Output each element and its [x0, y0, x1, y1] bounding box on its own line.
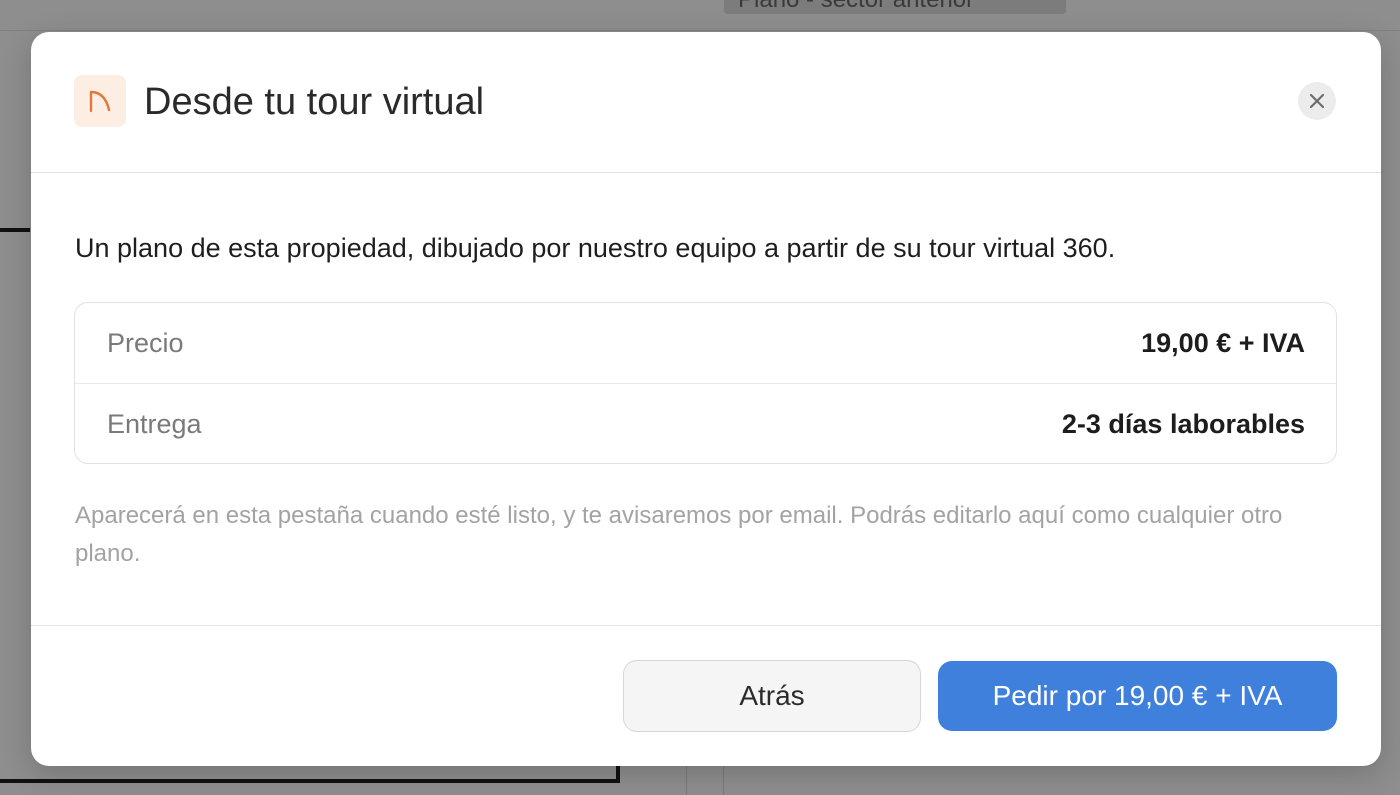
dialog-note: Aparecerá en esta pestaña cuando esté li… — [75, 502, 1283, 567]
dialog-title: Desde tu tour virtual — [144, 81, 485, 123]
backdrop-tab-chip: Plano - sector anterior — [724, 0, 1066, 14]
dialog-description: Un plano de esta propiedad, dibujado por… — [75, 233, 1116, 263]
dialog-header: Desde tu tour virtual — [31, 32, 1381, 173]
detail-value: 2-3 días laborables — [1061, 409, 1305, 439]
backdrop-header-divider — [0, 30, 1400, 31]
dialog-body: Un plano de esta propiedad, dibujado por… — [31, 173, 1381, 625]
close-button[interactable] — [1298, 82, 1336, 120]
detail-label: Entrega — [107, 409, 202, 439]
detail-row-price: Precio 19,00 € + IVA — [75, 303, 1336, 383]
order-plan-dialog: Desde tu tour virtual Un plano de esta p… — [31, 32, 1381, 766]
detail-value: 19,00 € + IVA — [1141, 328, 1305, 358]
backdrop-plan-wall — [616, 766, 620, 783]
backdrop-panel-divider — [723, 766, 724, 795]
backdrop-plan-wall — [0, 228, 30, 232]
floor-plan-arc-icon — [74, 75, 126, 127]
order-details-card: Precio 19,00 € + IVA Entrega 2-3 días la… — [74, 302, 1337, 464]
detail-row-delivery: Entrega 2-3 días laborables — [75, 383, 1336, 463]
dialog-footer: Atrás Pedir por 19,00 € + IVA — [31, 625, 1381, 766]
back-button[interactable]: Atrás — [623, 660, 921, 732]
backdrop-panel-divider — [686, 766, 687, 795]
order-button[interactable]: Pedir por 19,00 € + IVA — [938, 661, 1337, 731]
close-icon — [1309, 93, 1325, 109]
backdrop-tab-chip-label: Plano - sector anterior — [738, 0, 974, 13]
backdrop-plan-wall — [0, 779, 620, 783]
detail-label: Precio — [107, 328, 184, 358]
